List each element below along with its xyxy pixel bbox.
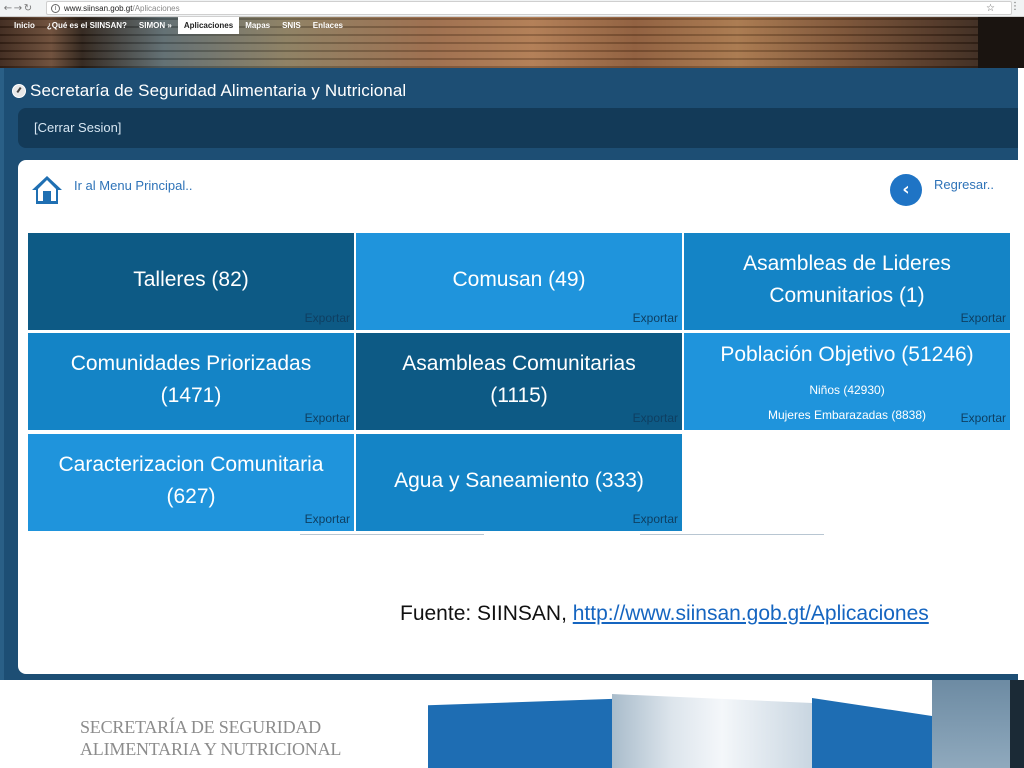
- export-link[interactable]: Exportar: [633, 411, 678, 425]
- tile-title-line[interactable]: Asambleas Comunitarias: [402, 352, 635, 375]
- tile-title[interactable]: Asambleas Comunitarias (1115): [356, 348, 682, 412]
- tile-title-line[interactable]: Caracterizacion Comunitaria: [59, 453, 324, 476]
- back-link-label[interactable]: Regresar..: [934, 177, 994, 192]
- tile-title[interactable]: Agua y Saneamiento (333): [356, 465, 682, 497]
- export-link[interactable]: Exportar: [961, 411, 1006, 425]
- tile-title-line[interactable]: (1471): [161, 384, 222, 407]
- more-vertical-icon[interactable]: ⋮: [1010, 0, 1020, 14]
- footer-dark-edge: [1010, 680, 1024, 768]
- tile-title[interactable]: Asambleas de Lideres Comunitarios (1): [684, 248, 1010, 312]
- tile-comunidades-priorizadas[interactable]: Comunidades Priorizadas (1471) Exportar: [28, 333, 354, 430]
- tile-title[interactable]: Caracterizacion Comunitaria (627): [28, 449, 354, 513]
- nav-item-snis[interactable]: SNIS: [276, 17, 307, 34]
- url-path: /Aplicaciones: [132, 3, 180, 13]
- tile-agua-saneamiento[interactable]: Agua y Saneamiento (333) Exportar: [356, 434, 682, 531]
- nav-item-mapas[interactable]: Mapas: [239, 17, 276, 34]
- export-link[interactable]: Exportar: [305, 512, 350, 526]
- footer-org-line: ALIMENTARIA Y NUTRICIONAL: [80, 739, 342, 759]
- site-header-banner: Inicio ¿Qué es el SIINSAN? SIMON » Aplic…: [0, 17, 1024, 68]
- export-link[interactable]: Exportar: [305, 311, 350, 325]
- app-title-row: Secretaría de Seguridad Alimentaria y Nu…: [12, 78, 406, 104]
- tile-talleres[interactable]: Talleres (82) Exportar: [28, 233, 354, 330]
- address-bar[interactable]: i www.siinsan.gob.gt/Aplicaciones ☆: [46, 1, 1012, 15]
- tile-title[interactable]: Comusan (49): [356, 264, 682, 296]
- url-host: www.siinsan.gob.gt: [64, 3, 133, 13]
- source-prefix: Fuente: SIINSAN,: [400, 602, 573, 625]
- footer-org-name: SECRETARÍA DE SEGURIDAD ALIMENTARIA Y NU…: [80, 716, 341, 760]
- browser-toolbar: ← → ↻ i www.siinsan.gob.gt/Aplicaciones …: [0, 0, 1024, 17]
- arrow-left-icon[interactable]: ←: [3, 1, 13, 16]
- session-bar: [Cerrar Sesion]: [18, 108, 1018, 148]
- export-link[interactable]: Exportar: [305, 411, 350, 425]
- info-icon[interactable]: i: [51, 3, 60, 13]
- footer-blue-band: [428, 698, 616, 768]
- home-link[interactable]: Ir al Menu Principal..: [30, 174, 193, 206]
- home-icon[interactable]: [30, 174, 64, 206]
- header-dark-edge: [978, 17, 1024, 68]
- tile-poblacion-objetivo[interactable]: Población Objetivo (51246) Niños (42930)…: [684, 333, 1010, 430]
- tile-comusan[interactable]: Comusan (49) Exportar: [356, 233, 682, 330]
- footer-blue-band: [812, 698, 932, 768]
- back-link[interactable]: ‹ Regresar..: [890, 174, 994, 206]
- tile-title[interactable]: Comunidades Priorizadas (1471): [28, 348, 354, 412]
- logout-link[interactable]: [Cerrar Sesion]: [34, 120, 121, 135]
- content-panel: Ir al Menu Principal.. ‹ Regresar.. Tall…: [18, 160, 1018, 674]
- tile-title-line[interactable]: (627): [166, 485, 215, 508]
- nav-item-enlaces[interactable]: Enlaces: [307, 17, 349, 34]
- tile-title-line[interactable]: (1115): [490, 384, 548, 407]
- tile-title-line[interactable]: Comunitarios (1): [769, 284, 924, 307]
- source-url-link[interactable]: http://www.siinsan.gob.gt/Aplicaciones: [573, 602, 929, 625]
- source-note: Fuente: SIINSAN, http://www.siinsan.gob.…: [400, 602, 929, 626]
- site-nav: Inicio ¿Qué es el SIINSAN? SIMON » Aplic…: [8, 17, 349, 34]
- star-icon[interactable]: ☆: [986, 2, 995, 16]
- tile-title[interactable]: Población Objetivo (51246): [684, 339, 1010, 371]
- chevron-left-icon[interactable]: ‹: [890, 174, 922, 206]
- reload-icon[interactable]: ↻: [23, 1, 33, 16]
- tile-asambleas-lideres[interactable]: Asambleas de Lideres Comunitarios (1) Exp…: [684, 233, 1010, 330]
- divider-line: [640, 534, 824, 535]
- export-link[interactable]: Exportar: [633, 311, 678, 325]
- app-title: Secretaría de Seguridad Alimentaria y Nu…: [30, 81, 407, 100]
- nav-item-simon[interactable]: SIMON »: [133, 17, 178, 34]
- divider-line: [300, 534, 484, 535]
- clock-logo-icon: [12, 84, 26, 98]
- tile-title-line[interactable]: Comunidades Priorizadas: [71, 352, 311, 375]
- nav-item-que-es-siinsan[interactable]: ¿Qué es el SIINSAN?: [41, 17, 133, 34]
- footer-org-line: SECRETARÍA DE SEGURIDAD: [80, 717, 321, 737]
- home-link-label[interactable]: Ir al Menu Principal..: [74, 178, 193, 193]
- nav-item-inicio[interactable]: Inicio: [8, 17, 41, 34]
- slide-footer: SECRETARÍA DE SEGURIDAD ALIMENTARIA Y NU…: [0, 680, 1024, 768]
- export-link[interactable]: Exportar: [961, 311, 1006, 325]
- export-link[interactable]: Exportar: [633, 512, 678, 526]
- tile-caracterizacion-comunitaria[interactable]: Caracterizacion Comunitaria (627) Exporta…: [28, 434, 354, 531]
- tile-subtitle-ninos: Niños (42930): [809, 383, 885, 397]
- nav-item-aplicaciones[interactable]: Aplicaciones: [177, 17, 240, 34]
- tile-title-line[interactable]: Asambleas de Lideres: [743, 252, 951, 275]
- tile-title[interactable]: Talleres (82): [28, 264, 354, 296]
- arrow-right-icon[interactable]: →: [13, 1, 23, 16]
- app-frame: Secretaría de Seguridad Alimentaria y Nu…: [0, 68, 1018, 680]
- tile-asambleas-comunitarias[interactable]: Asambleas Comunitarias (1115) Exportar: [356, 333, 682, 430]
- footer-silver-band: [612, 694, 812, 768]
